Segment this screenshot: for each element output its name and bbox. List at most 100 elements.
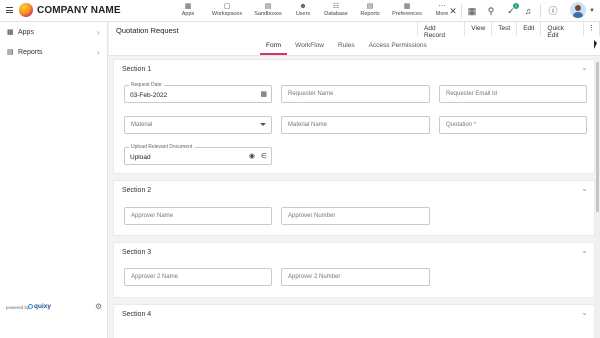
field-placeholder: Material xyxy=(131,122,153,128)
close-icon[interactable]: ✕ xyxy=(447,5,459,17)
divider xyxy=(540,4,541,18)
database-icon: ☷ xyxy=(332,3,340,10)
mouse-cursor-icon xyxy=(594,40,597,49)
users-icon: ☻ xyxy=(299,3,307,10)
avatar-body xyxy=(573,12,583,18)
field-placeholder: Material Name xyxy=(288,122,328,128)
request-date-field[interactable]: Request Date 03-Feb-2022 ▦ xyxy=(124,82,272,103)
sidebar: ▦ Apps › ▤ Reports › xyxy=(0,22,108,338)
field-label: Upload Relevant Document xyxy=(129,144,195,150)
topnav-database[interactable]: ☷ Database xyxy=(321,0,351,22)
form-content: Section 1 ⌄ Request Date 03-Feb-2022 ▦ R… xyxy=(113,56,595,338)
material-name-field[interactable]: Material Name xyxy=(281,116,430,134)
view-button[interactable]: View xyxy=(465,22,493,36)
attachment-icon[interactable]: ∈ xyxy=(261,152,267,160)
company-logo xyxy=(19,3,33,17)
section-title: Section 1 xyxy=(122,66,152,73)
section-4: Section 4 ⌄ xyxy=(113,304,595,338)
tab-form[interactable]: Form xyxy=(259,42,288,55)
tab-access-permissions[interactable]: Access Permissions xyxy=(369,42,427,55)
hamburger-menu-icon[interactable] xyxy=(6,7,13,13)
quixy-logo-icon xyxy=(28,304,33,309)
field-placeholder: Approver 2 Name xyxy=(131,274,179,280)
chevron-down-icon[interactable]: ⌄ xyxy=(581,184,588,193)
chevron-right-icon: › xyxy=(97,48,100,57)
apps-icon: ▦ xyxy=(7,29,14,36)
reports-icon: ▤ xyxy=(366,3,374,10)
notification-count-badge: 1 xyxy=(513,3,519,9)
workspaces-icon: ▢ xyxy=(223,3,231,10)
sidebar-item-apps[interactable]: ▦ Apps › xyxy=(0,24,108,44)
add-record-button[interactable]: Add Record xyxy=(418,22,466,39)
page-title: Quotation Request xyxy=(116,26,179,35)
approver-name-field[interactable]: Approver Name xyxy=(124,207,272,225)
test-button[interactable]: Test xyxy=(492,22,518,36)
avatar-head xyxy=(575,5,581,11)
sidebar-item-label: Apps xyxy=(18,29,34,36)
field-label: Request Date xyxy=(129,82,164,88)
field-placeholder: Requester Name xyxy=(288,91,334,97)
scrollbar-thumb[interactable] xyxy=(596,62,599,212)
store-icon[interactable]: ▦ xyxy=(466,5,478,17)
upload-document-field[interactable]: Upload Relevant Document Upload ◉ ∈ xyxy=(124,144,272,165)
quixy-brand: quixy xyxy=(34,303,51,310)
tab-bar: Form WorkFlow Rules Access Permissions xyxy=(259,42,441,55)
field-value: Upload xyxy=(130,154,151,161)
section-title: Section 4 xyxy=(122,311,152,318)
approver-2-number-field[interactable]: Approver 2 Number xyxy=(281,268,430,286)
info-icon[interactable]: ⓘ xyxy=(547,5,559,17)
powered-by-label: powered by xyxy=(6,305,30,310)
section-title: Section 3 xyxy=(122,249,152,256)
field-placeholder: Approver 2 Number xyxy=(288,274,341,280)
top-navigation: ▦ Apps ▢ Workspaces ▤ Sandboxes ☻ Users ☷ Dat… xyxy=(173,0,459,22)
sandboxes-icon: ▤ xyxy=(264,3,272,10)
edit-button[interactable]: Edit xyxy=(517,22,542,36)
user-avatar[interactable] xyxy=(570,2,586,18)
topnav-users[interactable]: ☻ Users xyxy=(290,0,316,22)
chevron-down-icon[interactable]: ⌄ xyxy=(581,308,588,317)
calendar-icon[interactable]: ▦ xyxy=(260,90,267,98)
material-select[interactable]: Material xyxy=(124,116,272,134)
sidebar-item-reports[interactable]: ▤ Reports › xyxy=(0,44,108,64)
page-header: Quotation Request Add Record View Test E… xyxy=(109,22,600,56)
requester-name-field[interactable]: Requester Name xyxy=(281,85,430,103)
divider xyxy=(461,4,462,18)
requester-email-field[interactable]: Requester Email Id xyxy=(439,85,587,103)
search-icon[interactable]: ⚲ xyxy=(485,5,497,17)
gear-icon[interactable]: ⚙ xyxy=(95,302,102,311)
more-options-icon[interactable]: ⋮ xyxy=(584,22,600,36)
section-title: Section 2 xyxy=(122,187,152,194)
top-bar: COMPANY NAME ▦ Apps ▢ Workspaces ▤ Sandboxe… xyxy=(0,0,600,22)
chevron-down-icon[interactable]: ▼ xyxy=(589,8,595,14)
camera-icon[interactable]: ◉ xyxy=(249,152,255,160)
bell-icon[interactable]: ♫ xyxy=(522,5,534,17)
quotation-field[interactable]: Quotation * xyxy=(439,116,587,134)
field-placeholder: Requester Email Id xyxy=(446,91,498,97)
topnav-workspaces[interactable]: ▢ Workspaces xyxy=(208,0,246,22)
tab-workflow[interactable]: WorkFlow xyxy=(295,42,324,55)
quick-edit-button[interactable]: Quick Edit xyxy=(541,22,584,39)
approver-2-name-field[interactable]: Approver 2 Name xyxy=(124,268,272,286)
chevron-down-icon[interactable]: ⌄ xyxy=(581,63,588,72)
scrollbar[interactable] xyxy=(595,56,600,338)
section-3: Section 3 ⌄ Approver 2 Name Approver 2 N… xyxy=(113,242,595,298)
topnav-reports[interactable]: ▤ Reports xyxy=(356,0,384,22)
field-placeholder: Approver Number xyxy=(288,213,336,219)
section-2: Section 2 ⌄ Approver Name Approver Numbe… xyxy=(113,180,595,236)
tab-rules[interactable]: Rules xyxy=(338,42,355,55)
approver-number-field[interactable]: Approver Number xyxy=(281,207,430,225)
field-placeholder: Approver Name xyxy=(131,213,174,219)
topnav-preferences[interactable]: ▦ Preferences xyxy=(389,0,425,22)
chevron-down-icon[interactable]: ⌄ xyxy=(581,246,588,255)
chevron-right-icon: › xyxy=(97,28,100,37)
section-1: Section 1 ⌄ Request Date 03-Feb-2022 ▦ R… xyxy=(113,59,595,174)
dropdown-arrow-icon xyxy=(260,123,266,126)
topnav-apps[interactable]: ▦ Apps xyxy=(173,0,203,22)
reports-icon: ▤ xyxy=(7,49,14,56)
preferences-icon: ▦ xyxy=(403,3,411,10)
topnav-sandboxes[interactable]: ▤ Sandboxes xyxy=(251,0,285,22)
field-value: 03-Feb-2022 xyxy=(130,92,168,99)
action-toolbar: Add Record View Test Edit Quick Edit ⋮ xyxy=(417,22,600,39)
apps-icon: ▦ xyxy=(184,3,192,10)
company-name: COMPANY NAME xyxy=(37,5,121,16)
